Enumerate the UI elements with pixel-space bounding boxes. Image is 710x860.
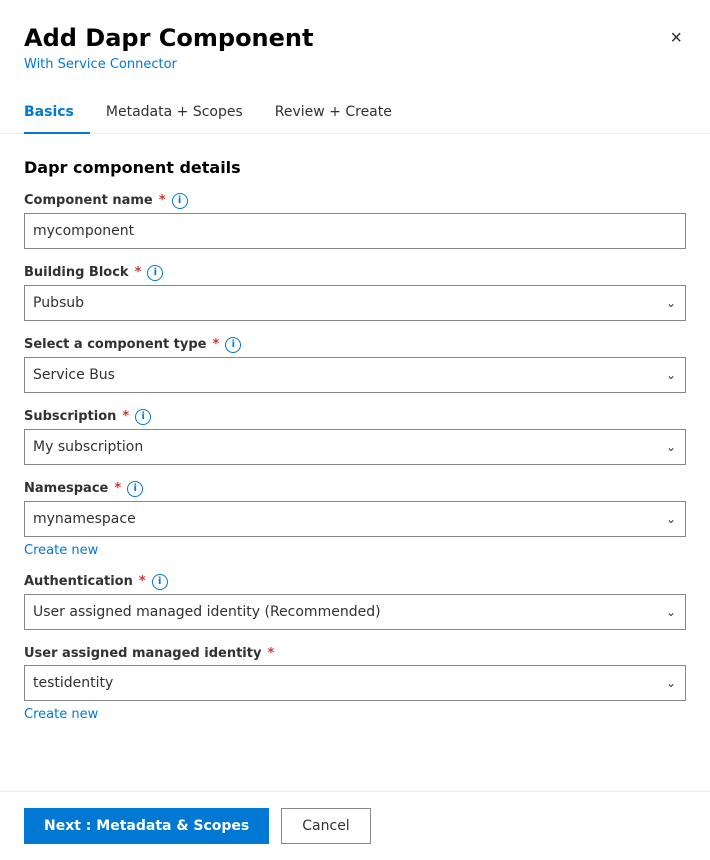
header-text: Add Dapr Component With Service Connecto… <box>24 24 313 72</box>
form-content: Dapr component details Component name * … <box>0 134 710 757</box>
component-type-required: * <box>213 337 220 352</box>
authentication-field: Authentication * i User assigned managed… <box>24 574 686 630</box>
building-block-field: Building Block * i Pubsub State Bindings… <box>24 265 686 321</box>
component-type-select-wrapper: Service Bus Redis Kafka RabbitMQ ⌄ <box>24 357 686 393</box>
namespace-create-new-link[interactable]: Create new <box>24 543 98 558</box>
component-type-field: Select a component type * i Service Bus … <box>24 337 686 393</box>
dialog-title: Add Dapr Component <box>24 24 313 53</box>
user-identity-label: User assigned managed identity * <box>24 646 686 661</box>
authentication-info-icon[interactable]: i <box>152 574 168 590</box>
namespace-select-wrapper: mynamespace ⌄ <box>24 501 686 537</box>
tab-review-create[interactable]: Review + Create <box>259 96 408 134</box>
user-identity-required: * <box>267 646 274 661</box>
component-type-info-icon[interactable]: i <box>225 337 241 353</box>
user-identity-create-new-link[interactable]: Create new <box>24 707 98 722</box>
user-identity-select[interactable]: testidentity <box>24 665 686 701</box>
subscription-info-icon[interactable]: i <box>135 409 151 425</box>
building-block-select[interactable]: Pubsub State Bindings Secrets <box>24 285 686 321</box>
subscription-select-wrapper: My subscription ⌄ <box>24 429 686 465</box>
component-name-field: Component name * i <box>24 193 686 249</box>
add-dapr-component-dialog: Add Dapr Component With Service Connecto… <box>0 0 710 860</box>
building-block-select-wrapper: Pubsub State Bindings Secrets ⌄ <box>24 285 686 321</box>
user-identity-select-wrapper: testidentity ⌄ <box>24 665 686 701</box>
tab-metadata-scopes[interactable]: Metadata + Scopes <box>90 96 259 134</box>
namespace-select[interactable]: mynamespace <box>24 501 686 537</box>
tab-basics[interactable]: Basics <box>24 96 90 134</box>
component-name-label: Component name * i <box>24 193 686 209</box>
authentication-label: Authentication * i <box>24 574 686 590</box>
component-type-label: Select a component type * i <box>24 337 686 353</box>
dialog-footer: Next : Metadata & Scopes Cancel <box>0 792 710 860</box>
subscription-required: * <box>122 409 129 424</box>
dialog-subtitle: With Service Connector <box>24 57 313 72</box>
authentication-select[interactable]: User assigned managed identity (Recommen… <box>24 594 686 630</box>
dialog-header: Add Dapr Component With Service Connecto… <box>0 0 710 72</box>
namespace-required: * <box>114 481 121 496</box>
building-block-label: Building Block * i <box>24 265 686 281</box>
authentication-required: * <box>139 574 146 589</box>
user-identity-field: User assigned managed identity * testide… <box>24 646 686 722</box>
component-type-select[interactable]: Service Bus Redis Kafka RabbitMQ <box>24 357 686 393</box>
component-name-required: * <box>159 193 166 208</box>
component-name-info-icon[interactable]: i <box>172 193 188 209</box>
namespace-label: Namespace * i <box>24 481 686 497</box>
authentication-select-wrapper: User assigned managed identity (Recommen… <box>24 594 686 630</box>
next-button[interactable]: Next : Metadata & Scopes <box>24 808 269 844</box>
building-block-info-icon[interactable]: i <box>147 265 163 281</box>
subscription-label: Subscription * i <box>24 409 686 425</box>
namespace-info-icon[interactable]: i <box>127 481 143 497</box>
namespace-field: Namespace * i mynamespace ⌄ Create new <box>24 481 686 558</box>
subscription-select[interactable]: My subscription <box>24 429 686 465</box>
tab-bar: Basics Metadata + Scopes Review + Create <box>0 80 710 134</box>
section-title: Dapr component details <box>24 158 686 177</box>
component-name-input[interactable] <box>24 213 686 249</box>
subscription-field: Subscription * i My subscription ⌄ <box>24 409 686 465</box>
building-block-required: * <box>135 265 142 280</box>
close-button[interactable]: × <box>666 24 686 52</box>
cancel-button[interactable]: Cancel <box>281 808 370 844</box>
